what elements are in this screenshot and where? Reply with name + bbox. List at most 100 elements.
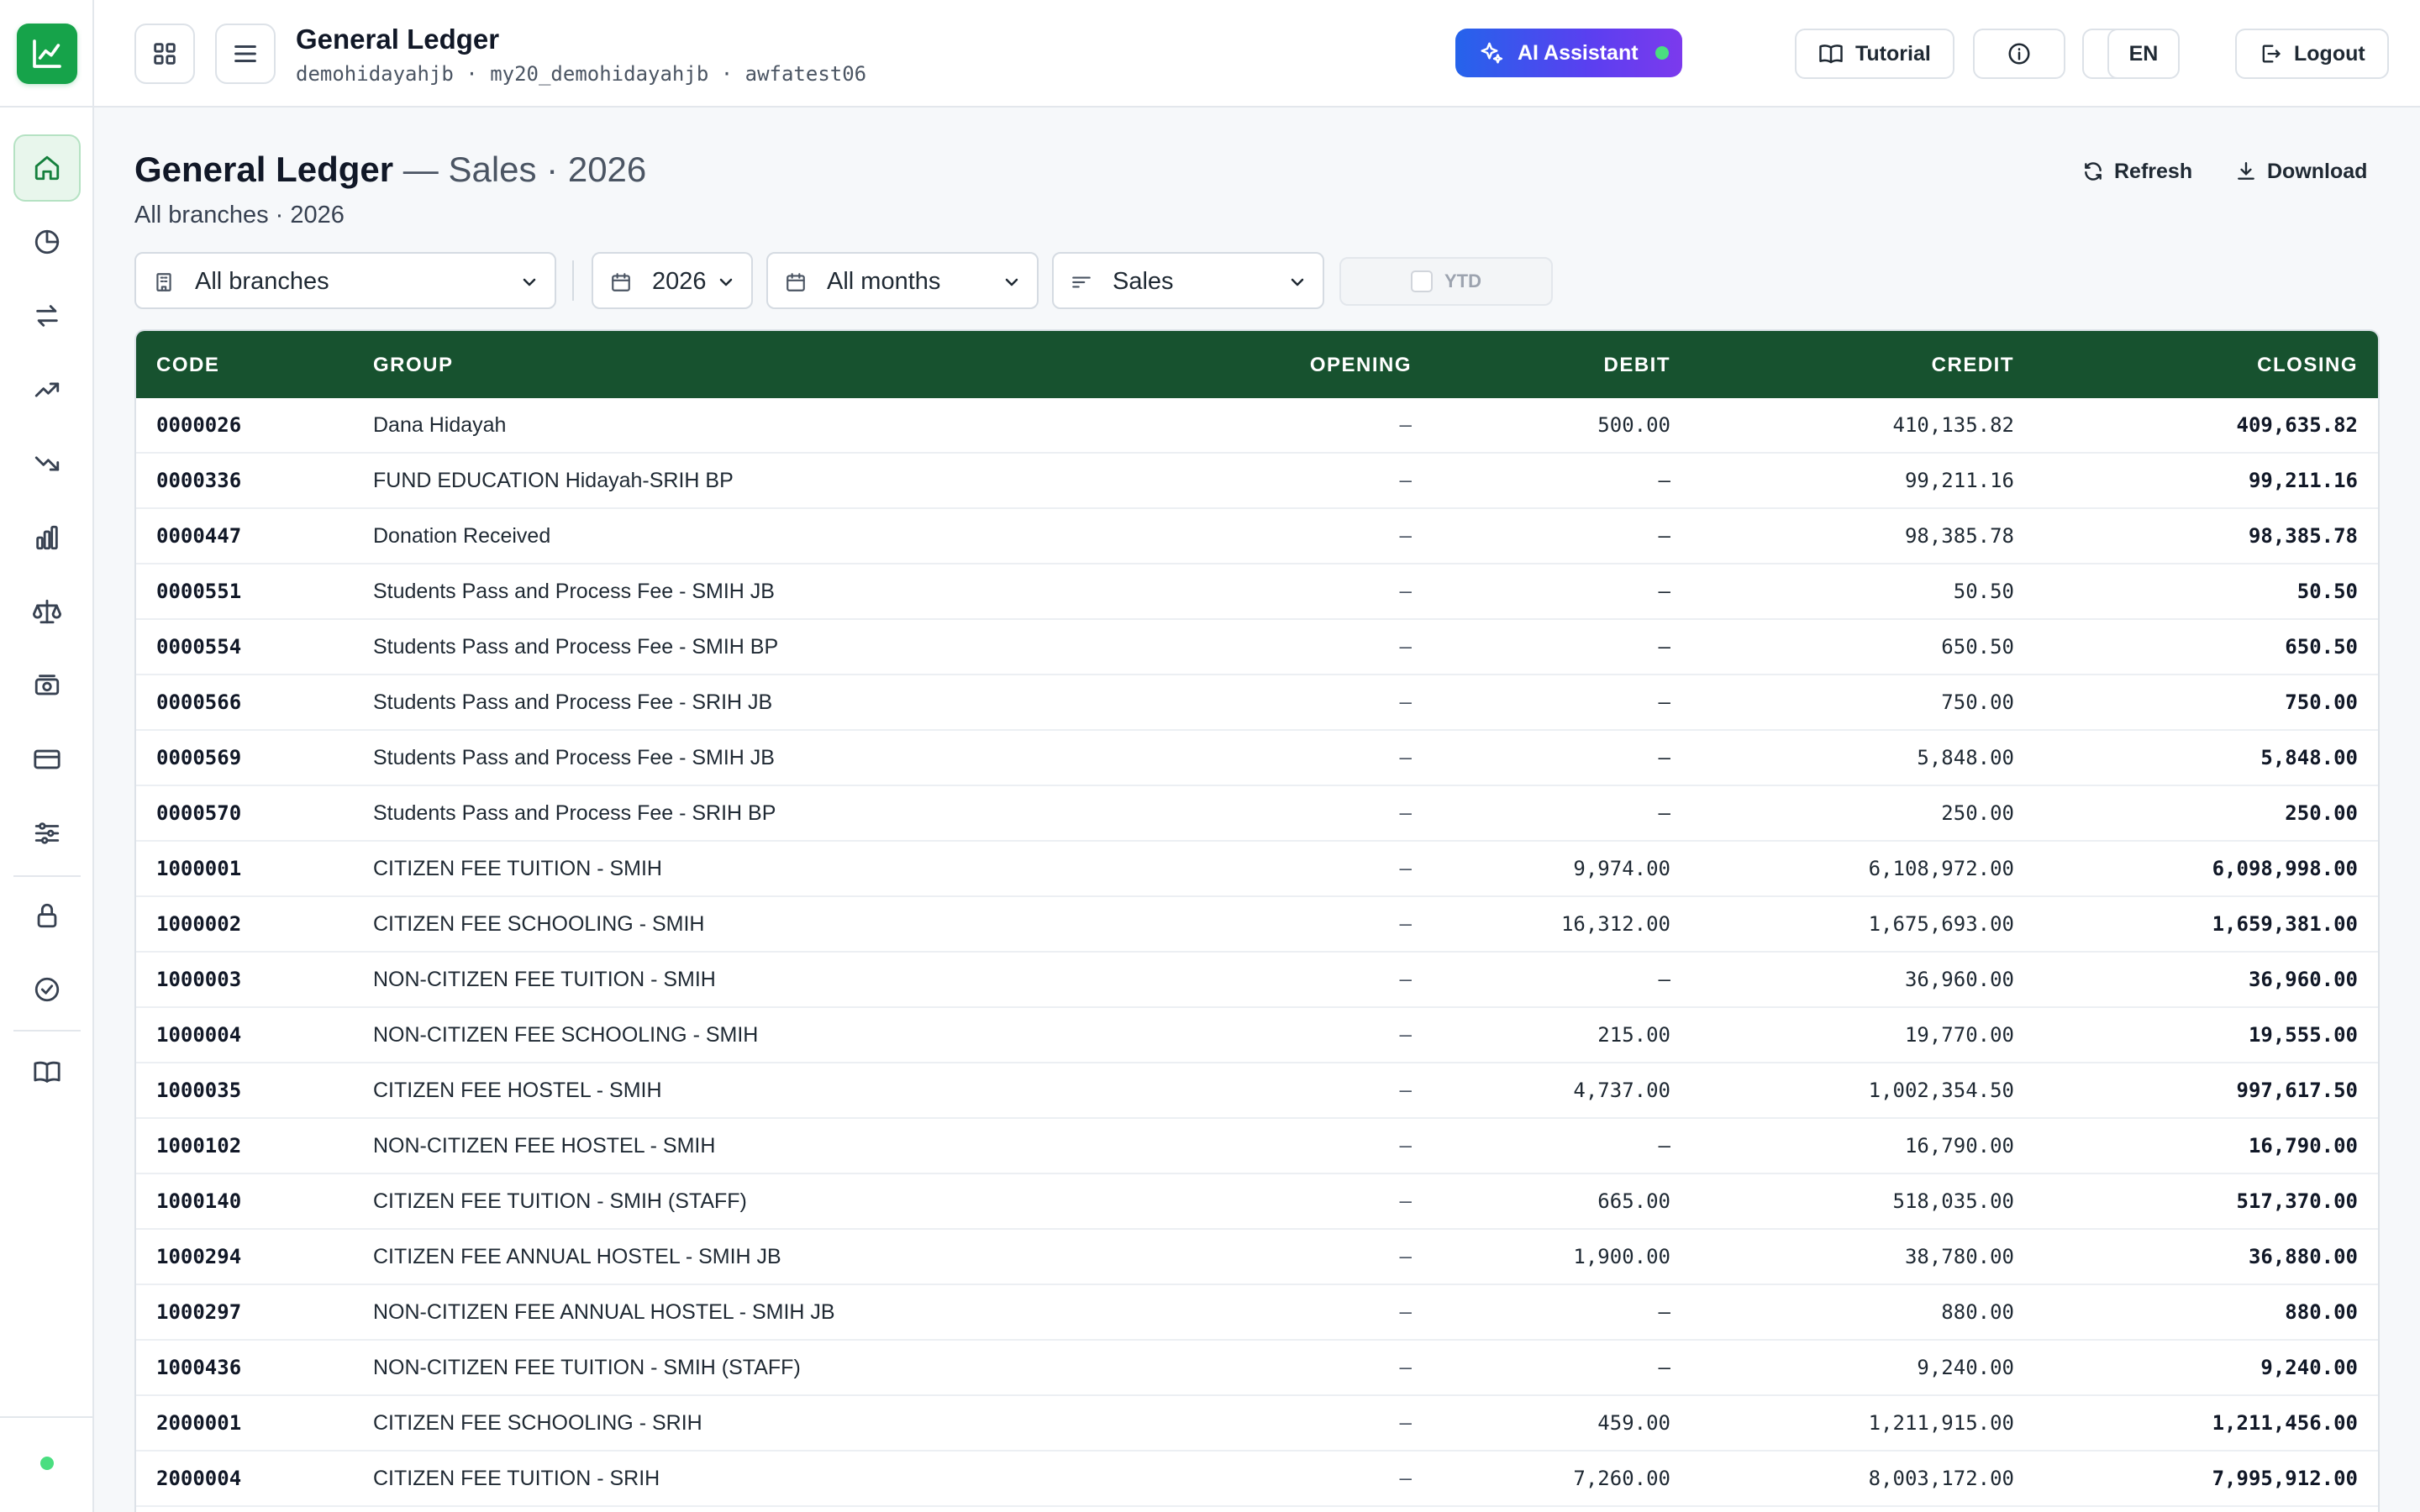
table-row[interactable]: 1000003 NON-CITIZEN FEE TUITION - SMIH – – 3… (136, 953, 2378, 1008)
row-credit: 410,135.82 (1892, 413, 2015, 437)
page-title-context: — Sales · 2026 (393, 150, 647, 189)
home-icon (34, 155, 60, 181)
sidebar-item-transfers[interactable] (13, 282, 81, 349)
column-header-debit[interactable]: DEBIT (1604, 354, 1671, 377)
table-row[interactable]: 1000436 NON-CITIZEN FEE TUITION - SMIH (S… (136, 1341, 2378, 1396)
column-header-opening[interactable]: OPENING (1310, 354, 1412, 377)
row-opening: – (1399, 413, 1412, 437)
row-group: NON-CITIZEN FEE HOSTEL - SMIH (373, 1134, 716, 1158)
page-subtitle: All branches · 2026 (134, 202, 345, 228)
row-code: 1000102 (156, 1134, 242, 1158)
calendar-icon (785, 271, 807, 293)
row-debit: – (1658, 469, 1670, 492)
page-title-main: General Ledger (134, 150, 394, 189)
table-row[interactable]: 2000001 CITIZEN FEE SCHOOLING - SRIH – 459.… (136, 1396, 2378, 1452)
ytd-checkbox[interactable] (1411, 270, 1433, 292)
row-group: Students Pass and Process Fee - SRIH JB (373, 690, 773, 714)
sidebar-item-reports[interactable] (13, 504, 81, 571)
row-closing: 517,370.00 (2236, 1189, 2359, 1213)
credit-card-icon (34, 749, 60, 769)
row-code: 0000570 (156, 801, 242, 825)
row-credit: 1,675,693.00 (1868, 912, 2014, 936)
table-row[interactable]: 0000554 Students Pass and Process Fee - S… (136, 620, 2378, 675)
month-select[interactable]: All months (766, 252, 1039, 309)
row-opening: – (1399, 1300, 1412, 1324)
download-button[interactable]: Download (2235, 156, 2367, 186)
table-row[interactable]: 0000566 Students Pass and Process Fee - S… (136, 675, 2378, 731)
status-indicator (40, 1457, 54, 1470)
row-opening: – (1399, 857, 1412, 880)
table-row[interactable]: 0000551 Students Pass and Process Fee - S… (136, 564, 2378, 620)
table-row[interactable]: 1000035 CITIZEN FEE HOSTEL - SMIH – 4,737.0… (136, 1063, 2378, 1119)
branch-select[interactable]: All branches (134, 252, 556, 309)
type-value: Sales (1113, 268, 1174, 295)
row-credit: 9,240.00 (1917, 1356, 2014, 1379)
type-select[interactable]: Sales (1052, 252, 1324, 309)
table-row[interactable]: 1000140 CITIZEN FEE TUITION - SMIH (STAFF… (136, 1174, 2378, 1230)
row-group: NON-CITIZEN FEE TUITION - SMIH (STAFF) (373, 1356, 801, 1379)
year-select[interactable]: 2026 (592, 252, 753, 309)
row-debit: 1,900.00 (1573, 1245, 1670, 1268)
row-credit: 6,108,972.00 (1868, 857, 2014, 880)
sidebar-item-expenses[interactable] (13, 430, 81, 497)
sidebar-item-balance[interactable] (13, 578, 81, 645)
sidebar-item-docs[interactable] (13, 1038, 81, 1105)
ytd-toggle[interactable]: YTD (1339, 257, 1553, 306)
column-header-group[interactable]: GROUP (373, 354, 454, 377)
apps-grid-button[interactable] (134, 24, 195, 84)
sidebar-item-settings[interactable] (13, 800, 81, 867)
sidebar-item-home[interactable] (13, 134, 81, 202)
sidebar-item-security[interactable] (13, 882, 81, 949)
app-logo[interactable] (17, 24, 77, 84)
refresh-button[interactable]: Refresh (2082, 156, 2192, 186)
table-row[interactable]: 1000102 NON-CITIZEN FEE HOSTEL - SMIH – – 16… (136, 1119, 2378, 1174)
row-closing: 9,240.00 (2260, 1356, 2358, 1379)
logout-button[interactable]: Logout (2235, 29, 2389, 79)
table-row[interactable]: 1000001 CITIZEN FEE TUITION - SMIH – 9,974.… (136, 842, 2378, 897)
row-code: 1000003 (156, 968, 242, 991)
sidebar-item-approvals[interactable] (13, 956, 81, 1023)
table-row[interactable]: 0000570 Students Pass and Process Fee - S… (136, 786, 2378, 842)
row-closing: 50.50 (2296, 580, 2358, 603)
table-row[interactable]: 0000447 Donation Received – – 98,385.78 98,38… (136, 509, 2378, 564)
row-opening: – (1399, 1245, 1412, 1268)
table-row[interactable]: 0000569 Students Pass and Process Fee - S… (136, 731, 2378, 786)
lock-icon (37, 903, 57, 928)
divider (13, 1030, 81, 1032)
table-row[interactable]: 1000004 NON-CITIZEN FEE SCHOOLING - SMIH –… (136, 1008, 2378, 1063)
column-header-credit[interactable]: CREDIT (1932, 354, 2014, 377)
row-code: 2000001 (156, 1411, 242, 1435)
tutorial-button[interactable]: Tutorial (1795, 29, 1954, 79)
language-button[interactable]: EN (2107, 29, 2180, 79)
sidebar-item-income[interactable] (13, 356, 81, 423)
row-code: 0000569 (156, 746, 242, 769)
refresh-icon (2085, 162, 2102, 181)
menu-button[interactable] (215, 24, 276, 84)
info-button[interactable] (1973, 29, 2065, 79)
sidebar-item-cash[interactable] (13, 652, 81, 719)
ledger-table: CODE GROUP OPENING DEBIT CREDIT CLOSING … (134, 329, 2380, 1512)
row-group: CITIZEN FEE SCHOOLING - SRIH (373, 1411, 702, 1435)
row-opening: – (1399, 912, 1412, 936)
sidebar-item-cards[interactable] (13, 726, 81, 793)
table-row[interactable]: 1000002 CITIZEN FEE SCHOOLING - SMIH – 16,3… (136, 897, 2378, 953)
table-row[interactable]: 1000294 CITIZEN FEE ANNUAL HOSTEL - SMIH … (136, 1230, 2378, 1285)
check-circle-icon (34, 977, 60, 1002)
column-header-closing[interactable]: CLOSING (2257, 354, 2358, 377)
trending-up-icon (34, 382, 60, 397)
row-opening: – (1399, 1411, 1412, 1435)
row-opening: – (1399, 1189, 1412, 1213)
online-dot (1655, 46, 1669, 60)
row-debit: – (1658, 968, 1670, 991)
table-row[interactable]: 0000026 Dana Hidayah – 500.00 410,135.82 409,… (136, 398, 2378, 454)
table-row[interactable]: 2000004 CITIZEN FEE TUITION - SRIH – 7,260.… (136, 1452, 2378, 1507)
row-credit: 38,780.00 (1904, 1245, 2014, 1268)
ai-assistant-button[interactable]: AI Assistant (1455, 29, 1682, 77)
sidebar-item-analytics[interactable] (13, 208, 81, 276)
logout-label: Logout (2294, 41, 2365, 66)
table-row[interactable]: 1000297 NON-CITIZEN FEE ANNUAL HOSTEL - S… (136, 1285, 2378, 1341)
chevron-down-icon (1287, 272, 1307, 292)
table-row[interactable]: 0000336 FUND EDUCATION Hidayah-SRIH BP – – 9… (136, 454, 2378, 509)
row-credit: 5,848.00 (1917, 746, 2014, 769)
column-header-code[interactable]: CODE (156, 354, 219, 377)
